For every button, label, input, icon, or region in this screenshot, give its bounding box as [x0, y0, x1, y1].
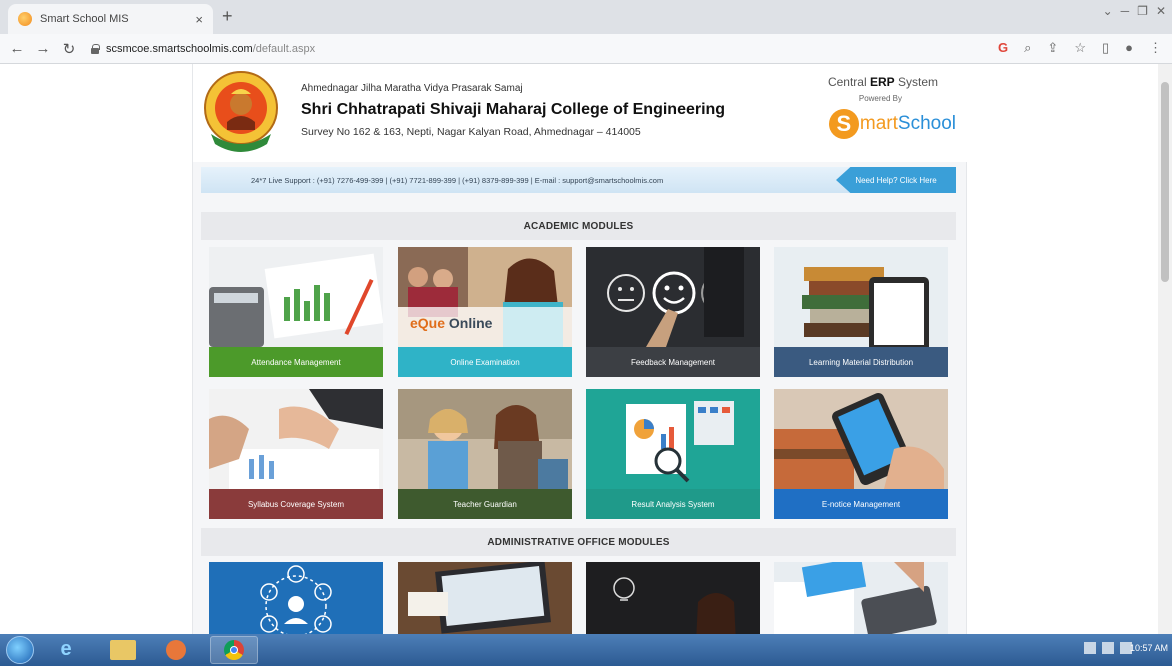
browser-tab-strip: Smart School MIS × + ⌄ ─ ❐ ✕: [0, 0, 1172, 34]
support-contact-text: 24*7 Live Support : (+91) 7276-499-399 |…: [251, 175, 664, 185]
smart-school-logo: S mart School: [828, 109, 956, 139]
module-tile-attendance[interactable]: Attendance Management: [209, 247, 383, 377]
chrome-icon-center: [230, 646, 238, 654]
forward-arrow-icon[interactable]: →: [30, 40, 56, 57]
back-arrow-icon[interactable]: ←: [4, 40, 30, 57]
new-tab-button[interactable]: +: [222, 6, 233, 27]
module-label: Teacher Guardian: [398, 489, 572, 519]
admin-laptop-image-icon: [398, 562, 572, 634]
scrollbar-thumb[interactable]: [1161, 82, 1169, 282]
browser-viewport: Ahmednagar Jilha Maratha Vidya Prasarak …: [0, 64, 1172, 634]
college-logo-icon: [204, 71, 278, 152]
page-scrollbar[interactable]: [1158, 64, 1172, 634]
toolbar-icons: G ⌕ ⇪ ☆ ▯ ● ⋮: [998, 40, 1162, 56]
page-container: Ahmednagar Jilha Maratha Vidya Prasarak …: [192, 64, 968, 634]
module-tile-learning-material[interactable]: Learning Material Distribution: [774, 247, 948, 377]
college-name: Shri Chhatrapati Shivaji Maharaj College…: [301, 101, 726, 118]
taskbar-media-icon[interactable]: [166, 640, 186, 660]
module-label: Online Examination: [398, 347, 572, 377]
admin-network-image-icon: [209, 562, 383, 634]
share-icon[interactable]: ⇪: [1047, 40, 1058, 56]
module-tile-syllabus[interactable]: Syllabus Coverage System: [209, 389, 383, 519]
taskbar-ie-icon[interactable]: e: [52, 638, 80, 662]
tab-title: Smart School MIS: [40, 13, 129, 25]
google-icon[interactable]: G: [998, 40, 1008, 56]
need-help-button[interactable]: Need Help? Click Here: [836, 167, 956, 193]
url-path: /default.aspx: [252, 42, 316, 55]
start-button[interactable]: [6, 636, 34, 664]
eque-text: eQue: [410, 315, 446, 331]
society-name: Ahmednagar Jilha Maratha Vidya Prasarak …: [301, 83, 523, 94]
site-favicon-icon: [18, 12, 32, 26]
bookmark-star-icon[interactable]: ☆: [1074, 40, 1086, 56]
admin-tile-4[interactable]: [774, 562, 948, 634]
module-label: E-notice Management: [774, 489, 948, 519]
url-host: scsmcoe.smartschoolmis.com: [106, 42, 253, 55]
taskbar-chrome-icon[interactable]: [210, 636, 258, 664]
zoom-icon[interactable]: ⌕: [1024, 40, 1031, 56]
module-tile-result-analysis[interactable]: Result Analysis System: [586, 389, 760, 519]
college-address: Survey No 162 & 163, Nepti, Nagar Kalyan…: [301, 126, 641, 138]
browser-toolbar: ← → ↻ scsmcoe.smartschoolmis.com /defaul…: [0, 34, 1172, 64]
admin-modules-heading: ADMINISTRATIVE OFFICE MODULES: [201, 528, 956, 556]
module-label: Learning Material Distribution: [774, 347, 948, 377]
tray-flag-icon[interactable]: [1084, 642, 1096, 654]
online-text: Online: [448, 315, 493, 331]
brand-school-text: School: [897, 113, 956, 134]
menu-kebab-icon[interactable]: ⋮: [1149, 40, 1162, 56]
module-label: Syllabus Coverage System: [209, 489, 383, 519]
taskbar: e 10:57 AM: [0, 634, 1172, 666]
tray-network-icon[interactable]: [1102, 642, 1114, 654]
admin-idea-image-icon: [586, 562, 760, 634]
module-tile-feedback[interactable]: Feedback Management: [586, 247, 760, 377]
lock-icon[interactable]: [90, 43, 100, 54]
taskbar-explorer-icon[interactable]: [110, 640, 136, 660]
academic-modules-heading: ACADEMIC MODULES: [201, 212, 956, 240]
reload-icon[interactable]: ↻: [56, 40, 82, 58]
site-header: Ahmednagar Jilha Maratha Vidya Prasarak …: [193, 64, 968, 162]
admin-tile-2[interactable]: [398, 562, 572, 634]
system-tray: [1084, 642, 1132, 654]
address-bar[interactable]: scsmcoe.smartschoolmis.com /default.aspx: [90, 38, 950, 60]
module-label: Result Analysis System: [586, 489, 760, 519]
module-tile-online-exam[interactable]: eQue Online Online Examination: [398, 247, 572, 377]
powered-by-label: Powered By: [858, 94, 902, 103]
module-tile-enotice[interactable]: E-notice Management: [774, 389, 948, 519]
minimize-button[interactable]: ─: [1121, 4, 1130, 18]
tab-close-button[interactable]: ×: [195, 12, 203, 27]
browser-tab[interactable]: Smart School MIS ×: [8, 4, 213, 34]
restore-button[interactable]: ❐: [1137, 4, 1148, 18]
side-panel-icon[interactable]: ▯: [1102, 40, 1109, 56]
support-banner: 24*7 Live Support : (+91) 7276-499-399 |…: [201, 167, 956, 193]
module-tile-teacher-guardian[interactable]: Teacher Guardian: [398, 389, 572, 519]
erp-title: Central ERP System: [827, 75, 938, 89]
module-label: Feedback Management: [586, 347, 760, 377]
taskbar-clock[interactable]: 10:57 AM: [1130, 643, 1168, 653]
tab-search-icon[interactable]: ⌄: [1103, 4, 1113, 18]
module-label: Attendance Management: [209, 347, 383, 377]
admin-tile-3[interactable]: [586, 562, 760, 634]
profile-icon[interactable]: ●: [1125, 40, 1133, 56]
window-controls: ⌄ ─ ❐ ✕: [1103, 4, 1166, 18]
brand-s-mark: S: [828, 109, 859, 139]
close-window-button[interactable]: ✕: [1156, 4, 1166, 18]
eque-online-overlay: eQue Online: [410, 315, 492, 331]
brand-mart-text: mart: [859, 113, 898, 134]
admin-finance-image-icon: [774, 562, 948, 634]
admin-tile-1[interactable]: [209, 562, 383, 634]
